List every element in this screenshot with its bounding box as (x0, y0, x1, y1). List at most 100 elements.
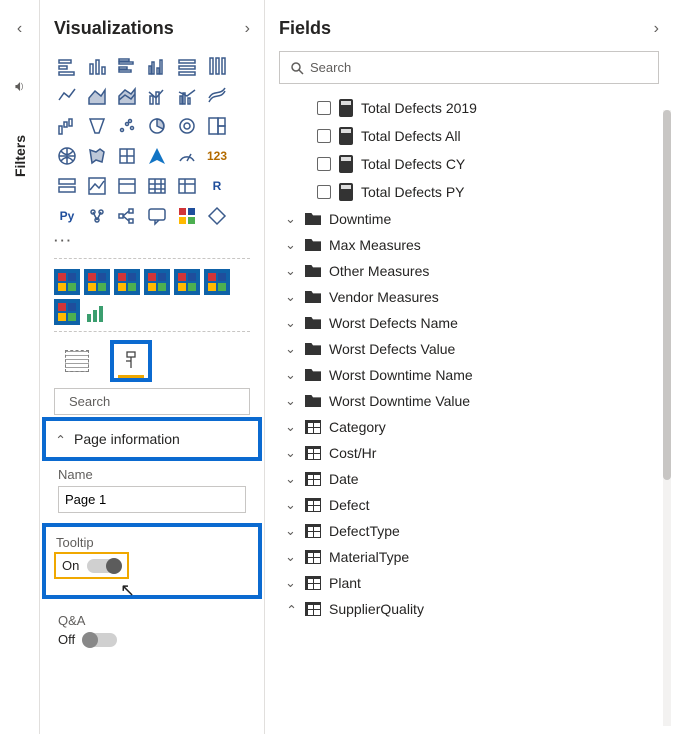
treemap-icon[interactable] (204, 113, 230, 139)
field-row[interactable]: ⌄Worst Downtime Value (265, 388, 673, 414)
table-icon (305, 446, 321, 460)
field-label: Plant (329, 575, 361, 591)
fields-title: Fields (279, 18, 331, 39)
field-row[interactable]: ⌄Other Measures (265, 258, 673, 284)
scrollbar[interactable] (663, 110, 671, 726)
line-chart-icon[interactable] (54, 83, 80, 109)
card-icon[interactable]: 123 (204, 143, 230, 169)
field-row[interactable]: Total Defects 2019 (265, 94, 673, 122)
azure-map-icon[interactable] (144, 143, 170, 169)
checkbox[interactable] (317, 129, 331, 143)
gauge-icon[interactable] (174, 143, 200, 169)
custom-visual-7[interactable] (54, 299, 80, 325)
format-tab-icon[interactable] (114, 344, 148, 378)
field-row[interactable]: Total Defects PY (265, 178, 673, 206)
field-row[interactable]: ⌄Defect (265, 492, 673, 518)
ribbon-chart-icon[interactable] (204, 83, 230, 109)
hundred-stacked-bar-icon[interactable] (174, 53, 200, 79)
table-icon[interactable] (144, 173, 170, 199)
field-row[interactable]: Total Defects CY (265, 150, 673, 178)
chevron-down-icon: ⌄ (285, 367, 297, 383)
shape-map-icon[interactable] (114, 143, 140, 169)
funnel-icon[interactable] (84, 113, 110, 139)
filters-pane-collapsed[interactable]: Filters (12, 135, 28, 177)
paginated-report-icon[interactable] (204, 203, 230, 229)
field-label: Date (329, 471, 359, 487)
field-row[interactable]: ⌄Downtime (265, 206, 673, 232)
line-clustered-column-icon[interactable] (174, 83, 200, 109)
smart-narrative-icon[interactable] (174, 203, 200, 229)
field-row[interactable]: ⌄Worst Defects Name (265, 310, 673, 336)
clustered-bar-icon[interactable] (114, 53, 140, 79)
waterfall-icon[interactable] (54, 113, 80, 139)
more-visuals-button[interactable]: ··· (40, 233, 264, 254)
stacked-bar-icon[interactable] (54, 53, 80, 79)
cursor-icon: ↖ (120, 580, 135, 601)
custom-visual-4[interactable] (144, 269, 170, 295)
format-search-input[interactable] (69, 394, 245, 409)
key-influencers-icon[interactable] (84, 203, 110, 229)
table-icon (305, 498, 321, 512)
field-row[interactable]: ⌄SupplierQuality (265, 596, 673, 622)
clustered-column-icon[interactable] (144, 53, 170, 79)
custom-visual-8[interactable] (84, 299, 110, 325)
qa-visual-icon[interactable] (144, 203, 170, 229)
qa-toggle[interactable]: Off (58, 632, 246, 647)
custom-visual-3[interactable] (114, 269, 140, 295)
scrollbar-thumb[interactable] (663, 110, 671, 480)
page-name-input[interactable] (58, 486, 246, 513)
field-label: Worst Defects Value (329, 341, 455, 357)
page-information-section[interactable]: ⌄ Page information (46, 421, 258, 457)
tooltip-toggle[interactable]: On (56, 554, 127, 577)
r-visual-icon[interactable]: R (204, 173, 230, 199)
fields-search[interactable] (279, 51, 659, 84)
scatter-icon[interactable] (114, 113, 140, 139)
custom-visual-5[interactable] (174, 269, 200, 295)
map-icon[interactable] (54, 143, 80, 169)
slicer-icon[interactable] (114, 173, 140, 199)
fields-tab-icon[interactable] (60, 344, 94, 378)
selection-icon[interactable]: 🕩 (15, 78, 24, 95)
decomposition-tree-icon[interactable] (114, 203, 140, 229)
chevron-down-icon: ⌄ (285, 263, 297, 279)
filled-map-icon[interactable] (84, 143, 110, 169)
kpi-icon[interactable] (84, 173, 110, 199)
field-row[interactable]: ⌄Max Measures (265, 232, 673, 258)
checkbox[interactable] (317, 185, 331, 199)
pie-icon[interactable] (144, 113, 170, 139)
multi-row-card-icon[interactable] (54, 173, 80, 199)
field-label: Downtime (329, 211, 391, 227)
expand-left-chevron-icon[interactable]: ‹ (17, 20, 22, 38)
chevron-down-icon: ⌄ (285, 549, 297, 565)
matrix-icon[interactable] (174, 173, 200, 199)
field-row[interactable]: ⌄Worst Defects Value (265, 336, 673, 362)
field-row[interactable]: ⌄Worst Downtime Name (265, 362, 673, 388)
hundred-stacked-column-icon[interactable] (204, 53, 230, 79)
field-row[interactable]: ⌄Category (265, 414, 673, 440)
field-row[interactable]: Total Defects All (265, 122, 673, 150)
collapse-visualizations-chevron-icon[interactable]: › (245, 20, 250, 38)
field-row[interactable]: ⌄MaterialType (265, 544, 673, 570)
field-row[interactable]: ⌄Cost/Hr (265, 440, 673, 466)
checkbox[interactable] (317, 157, 331, 171)
format-search[interactable] (54, 388, 250, 415)
field-row[interactable]: ⌄Plant (265, 570, 673, 596)
stacked-column-icon[interactable] (84, 53, 110, 79)
custom-visual-1[interactable] (54, 269, 80, 295)
python-visual-icon[interactable]: Py (54, 203, 80, 229)
area-chart-icon[interactable] (84, 83, 110, 109)
field-row[interactable]: ⌄DefectType (265, 518, 673, 544)
field-row[interactable]: ⌄Vendor Measures (265, 284, 673, 310)
stacked-area-icon[interactable] (114, 83, 140, 109)
table-icon (305, 550, 321, 564)
line-stacked-column-icon[interactable] (144, 83, 170, 109)
collapse-fields-chevron-icon[interactable]: › (654, 20, 659, 38)
field-label: Total Defects 2019 (361, 100, 477, 116)
donut-icon[interactable] (174, 113, 200, 139)
custom-visual-6[interactable] (204, 269, 230, 295)
custom-visual-2[interactable] (84, 269, 110, 295)
checkbox[interactable] (317, 101, 331, 115)
field-row[interactable]: ⌄Date (265, 466, 673, 492)
chevron-up-icon: ⌄ (285, 601, 297, 617)
fields-search-input[interactable] (310, 60, 648, 75)
